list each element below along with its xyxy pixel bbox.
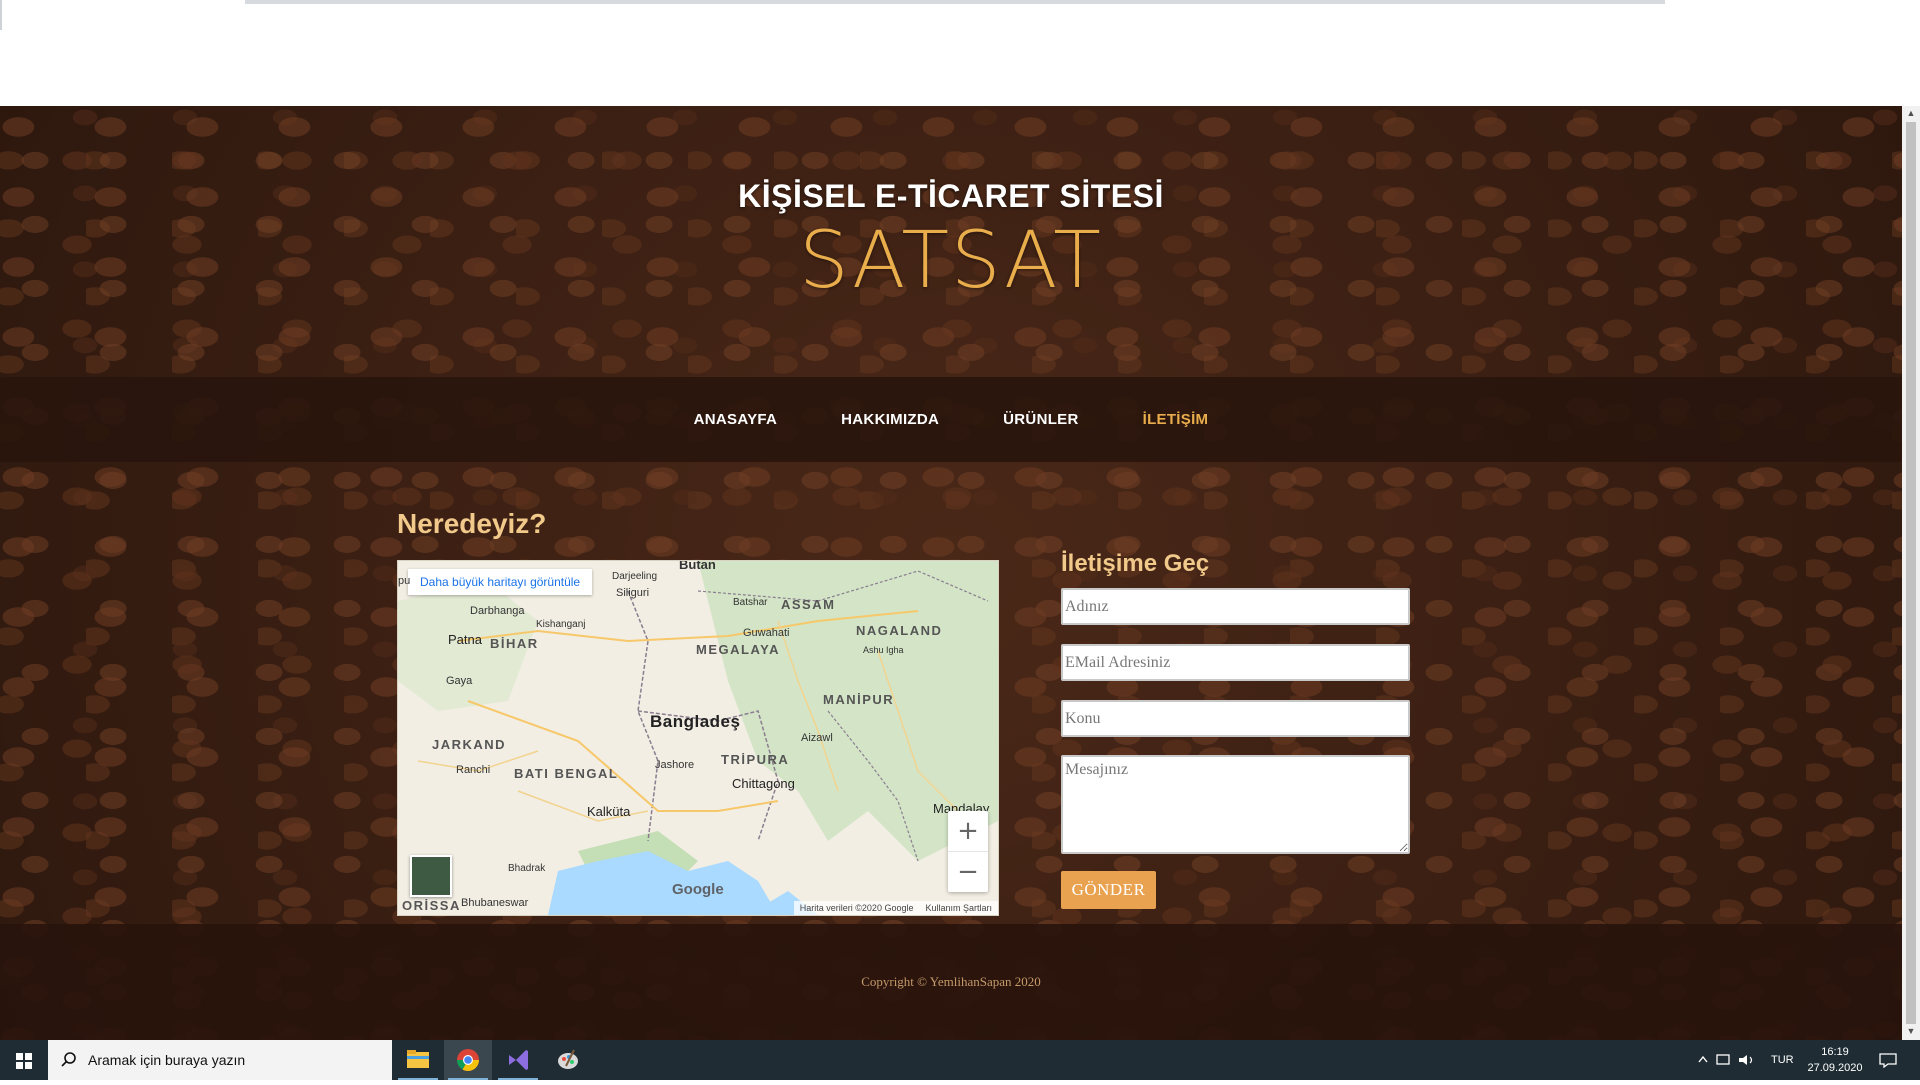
map-label-bhadrak: Bhadrak [508, 863, 546, 874]
paint-icon [558, 1049, 578, 1069]
site-title: SATSAT [799, 216, 1103, 306]
email-field[interactable] [1061, 644, 1410, 681]
map-type-toggle[interactable] [410, 855, 452, 897]
map-label-jashore: Jashore [655, 759, 695, 771]
map-label-siliguri: Siliguri [616, 587, 650, 599]
nav-home[interactable]: ANASAYFA [694, 411, 778, 428]
nav-products[interactable]: ÜRÜNLER [1003, 411, 1078, 428]
file-explorer-icon [407, 1050, 429, 1068]
location-title: Neredeyiz? [397, 508, 547, 539]
taskbar-search[interactable]: Aramak için buraya yazın [48, 1040, 392, 1080]
scroll-thumb[interactable] [1906, 122, 1916, 1024]
scroll-down-icon[interactable]: ▼ [1906, 1026, 1916, 1036]
site-footer: Copyright © YemlihanSapan 2020 [0, 924, 1902, 1040]
map-label-chittagong: Chittagong [732, 776, 795, 791]
map-label-darbhanga: Darbhanga [470, 605, 525, 617]
google-logo: Google [672, 881, 724, 898]
send-button[interactable]: GÖNDER [1061, 871, 1156, 909]
windows-icon [16, 1053, 32, 1069]
map-label-nagaland: NAGALAND [856, 623, 943, 638]
map-terms-link[interactable]: Kullanım Şartları [925, 901, 992, 915]
nav-about[interactable]: HAKKIMIZDA [841, 411, 939, 428]
map-label-bangladesh: Bangladeş [650, 712, 741, 731]
map-label-meghalaya: MEGALAYA [696, 642, 781, 657]
map-label-bhutan: Butan [679, 560, 716, 572]
map-label-ashu-igha: Ashu Igha [863, 645, 904, 655]
map-label-bati-bengal: BATI BENGAL [514, 766, 619, 781]
chrome-app[interactable] [444, 1040, 492, 1080]
name-field[interactable] [1061, 588, 1410, 625]
tab-edge [0, 0, 2, 30]
contact-title: İletişime Geç [1061, 550, 1210, 577]
map-label-kishanganj: Kishanganj [536, 619, 586, 630]
paint-app[interactable] [544, 1040, 592, 1080]
map-label-edge: pu [398, 575, 411, 587]
file-explorer-app[interactable] [394, 1040, 442, 1080]
clock-time: 16:19 [1821, 1046, 1849, 1058]
site-subtitle: KİŞİSEL E-TİCARET SİTESİ [738, 178, 1164, 214]
map-label-gaya: Gaya [446, 675, 473, 687]
zoom-out-button[interactable]: − [948, 852, 988, 892]
visual-studio-app[interactable] [494, 1040, 542, 1080]
start-button[interactable] [0, 1040, 48, 1080]
map-label-batshar: Batshar [733, 597, 768, 608]
clock[interactable]: 16:19 27.09.2020 [1800, 1044, 1870, 1084]
map-attribution: Harita verileri ©2020 Google Kullanım Şa… [793, 901, 998, 915]
chrome-icon [457, 1049, 479, 1071]
volume-icon [1739, 1055, 1747, 1065]
notification-icon[interactable] [1878, 1052, 1898, 1068]
map-label-ranchi: Ranchi [456, 764, 491, 776]
visual-studio-icon [509, 1050, 528, 1070]
map-zoom-control: + − [948, 811, 988, 892]
page-load-bar [245, 0, 1665, 4]
main-navbar: ANASAYFA HAKKIMIZDA ÜRÜNLER İLETİŞİM [0, 377, 1902, 462]
map-label-guwahati: Guwahati [743, 627, 790, 639]
subject-field[interactable] [1061, 700, 1410, 737]
webpage: KİŞİSEL E-TİCARET SİTESİ SATSAT ANASAYFA… [0, 106, 1902, 1040]
map-label-bhubaneswar: Bhubaneswar [461, 897, 529, 909]
message-field[interactable] [1061, 755, 1410, 854]
search-placeholder: Aramak için buraya yazın [88, 1052, 246, 1068]
system-tray-icons[interactable] [1697, 1052, 1767, 1068]
copyright-text: Copyright © YemlihanSapan 2020 [861, 974, 1041, 989]
scroll-up-icon[interactable]: ▲ [1906, 108, 1916, 118]
map-data-credit: Harita verileri ©2020 Google [799, 903, 914, 913]
network-icon [1716, 1054, 1730, 1065]
clock-date: 27.09.2020 [1807, 1062, 1863, 1074]
page-scrollbar[interactable]: ▲ ▼ [1902, 106, 1920, 1040]
chevron-up-icon [1698, 1055, 1708, 1063]
map-embed[interactable]: Daha büyük haritayı görüntüle Butan pu D… [397, 560, 999, 916]
map-label-jarkand: JARKAND [432, 737, 507, 752]
map-label-orissa: ORİSSA [402, 898, 461, 913]
site-header: KİŞİSEL E-TİCARET SİTESİ SATSAT [0, 106, 1902, 377]
nav-contact[interactable]: İLETİŞİM [1143, 411, 1209, 428]
map-label-darjeeling: Darjeeling [612, 571, 658, 582]
map-label-tripura: TRİPURA [721, 752, 790, 767]
zoom-in-button[interactable]: + [948, 811, 988, 852]
map-label-bihar: BİHAR [490, 636, 539, 651]
map-label-patna: Patna [448, 632, 482, 647]
map-label-aizawl: Aizawl [801, 732, 833, 744]
windows-taskbar: Aramak için buraya yazın TUR 16:19 27.09… [0, 1040, 1920, 1080]
language-indicator[interactable]: TUR [1771, 1040, 1794, 1080]
map-label-kalkuta: Kalküta [587, 804, 631, 819]
map-label-assam: ASSAM [781, 597, 836, 612]
map-label-manipur: MANİPUR [823, 692, 895, 707]
larger-map-link[interactable]: Daha büyük haritayı görüntüle [408, 569, 593, 595]
browser-top-area [0, 0, 1920, 106]
search-icon [61, 1052, 76, 1067]
